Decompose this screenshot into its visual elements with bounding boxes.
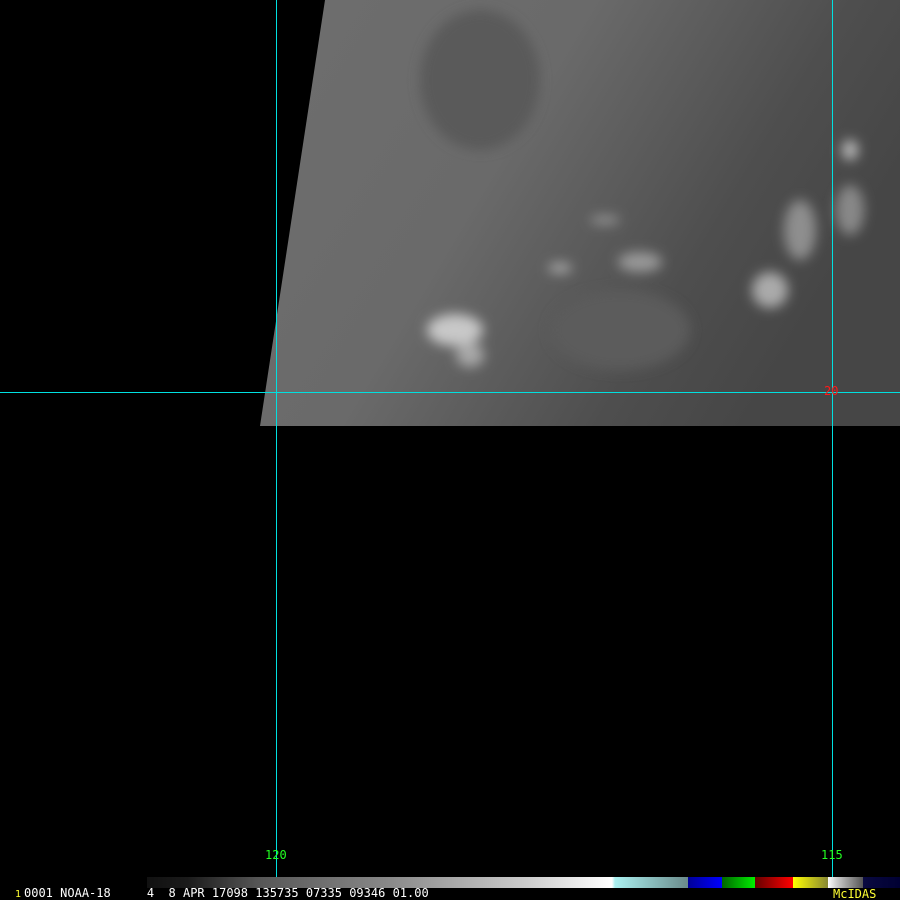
latitude-line-20: [0, 392, 900, 393]
line: 07335: [305, 886, 342, 900]
date: 8 APR 17098: [168, 886, 249, 900]
frame-id: 0001: [24, 886, 53, 900]
satellite-image: [260, 0, 900, 426]
element: 09346: [349, 886, 386, 900]
latitude-label-20: 20: [824, 384, 839, 398]
longitude-label-115: 115: [821, 848, 843, 862]
time: 135735: [255, 886, 299, 900]
resolution: 01.00: [392, 886, 429, 900]
image-info: 0001 NOAA-18 4 8 APR 17098 135735 07335 …: [24, 887, 429, 899]
satellite-name: NOAA-18: [60, 886, 111, 900]
longitude-line-120: [276, 0, 277, 888]
frame-number: 1: [15, 889, 22, 900]
longitude-line-115: [832, 0, 833, 888]
mcidas-logo: McIDAS: [833, 887, 877, 900]
satellite-viewer: 20 120 115 1 0001 NOAA-18 4 8 APR 17098 …: [0, 0, 900, 900]
band: 4: [146, 886, 155, 900]
longitude-label-120: 120: [265, 848, 287, 862]
